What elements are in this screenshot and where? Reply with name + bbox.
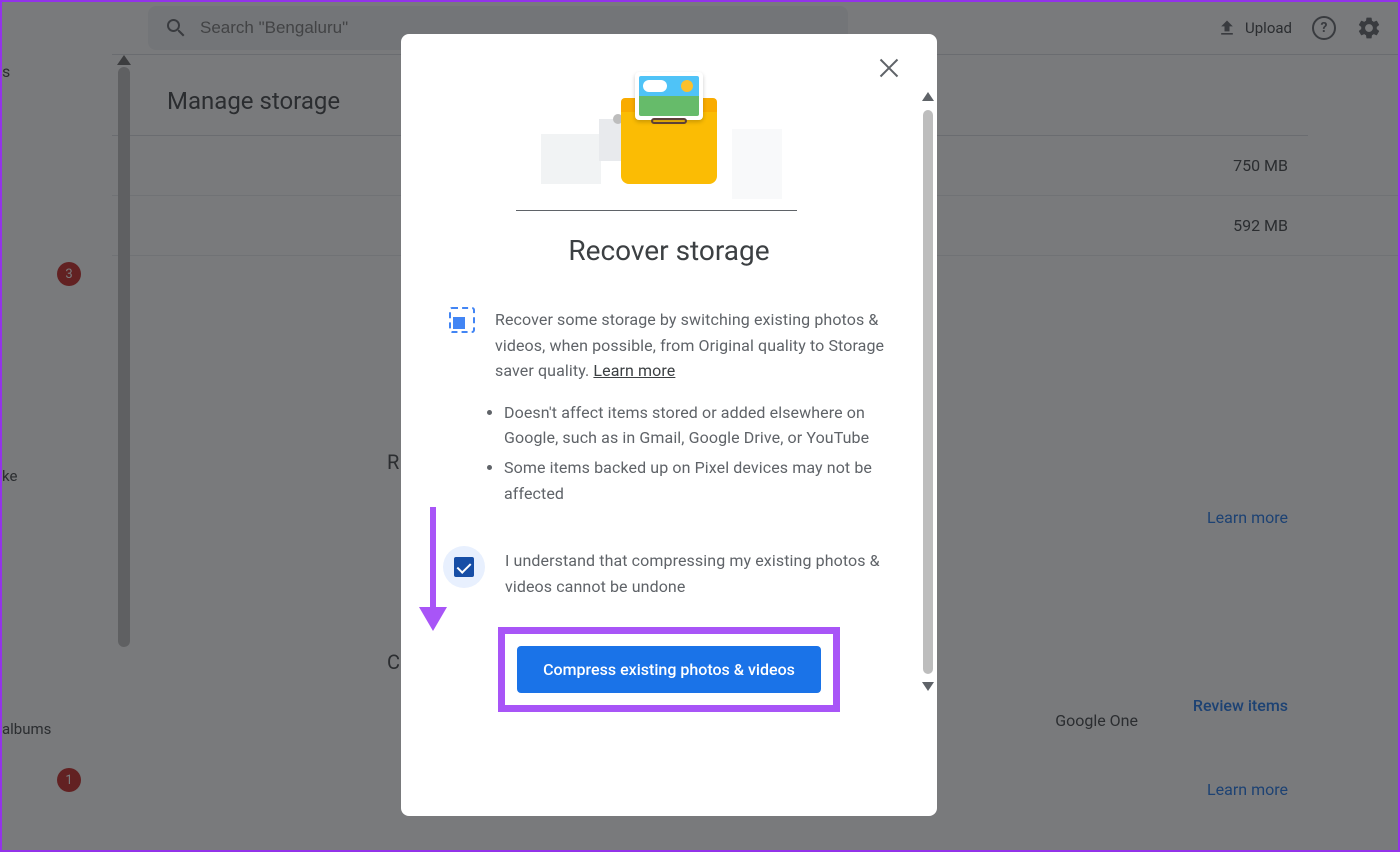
recover-storage-modal: Recover storage Recover some storage by … [401,34,937,816]
hero-decoration [516,210,797,211]
modal-scrollbar-thumb[interactable] [923,110,933,674]
hero-decoration [732,129,782,199]
consent-row: I understand that compressing my existin… [425,546,913,599]
compress-button[interactable]: Compress existing photos & videos [517,646,821,693]
consent-text: I understand that compressing my existin… [505,546,905,599]
photo-icon [449,307,475,333]
scroll-down-icon[interactable] [922,682,934,691]
close-icon[interactable] [877,56,901,80]
learn-more-link[interactable]: Learn more [593,361,675,380]
consent-checkbox[interactable] [443,546,485,588]
modal-description: Recover some storage by switching existi… [495,307,905,384]
checkmark-icon [454,557,474,577]
hero-decoration [541,134,601,184]
modal-body: Recover some storage by switching existi… [425,307,913,510]
scroll-up-icon[interactable] [922,92,934,101]
modal-title: Recover storage [425,234,913,267]
annotation-arrow [430,507,447,631]
hero-illustration [425,108,913,184]
list-item: Some items backed up on Pixel devices ma… [504,455,905,506]
info-list: Doesn't affect items stored or added els… [504,400,905,506]
list-item: Doesn't affect items stored or added els… [504,400,905,451]
compress-button-highlight: Compress existing photos & videos [498,627,840,712]
